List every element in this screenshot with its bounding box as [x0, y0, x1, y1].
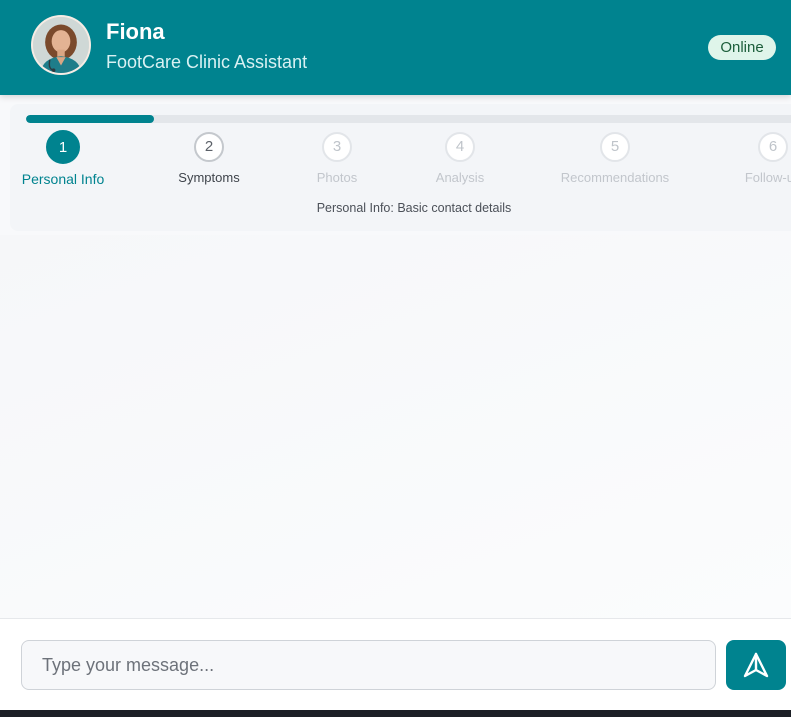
- send-arrow-icon: [743, 652, 769, 678]
- step-label: Recommendations: [560, 170, 670, 185]
- step-recommendations[interactable]: 5 Recommendations: [545, 132, 685, 185]
- agent-avatar: [31, 15, 91, 75]
- step-number: 4: [445, 132, 475, 162]
- agent-role: FootCare Clinic Assistant: [106, 52, 308, 72]
- status-badge: Online: [708, 35, 776, 60]
- step-analysis[interactable]: 4 Analysis: [390, 132, 530, 185]
- step-label: Symptoms: [178, 170, 240, 185]
- step-photos[interactable]: 3 Photos: [267, 132, 407, 185]
- chat-app: Fiona FootCare Clinic Assistant Online 1…: [0, 0, 791, 710]
- step-description: Personal Info: Basic contact details: [316, 201, 512, 215]
- step-symptoms[interactable]: 2 Symptoms: [139, 132, 279, 185]
- send-button[interactable]: [726, 640, 786, 690]
- step-label: Personal Info: [21, 171, 105, 187]
- step-personal-info[interactable]: 1 Personal Info: [0, 130, 133, 187]
- intake-progress-panel: 1 Personal Info 2 Symptoms 3 Photos 4 An…: [10, 104, 791, 231]
- doctor-avatar-icon: [33, 17, 89, 73]
- step-label: Analysis: [435, 170, 485, 185]
- step-number: 1: [46, 130, 80, 164]
- step-number: 3: [322, 132, 352, 162]
- agent-name: Fiona: [106, 19, 165, 44]
- progress-bar-fill: [26, 115, 154, 123]
- step-label: Follow-up: [744, 170, 791, 185]
- progress-bar: [26, 115, 791, 123]
- message-input[interactable]: [21, 640, 716, 690]
- message-composer: [0, 618, 791, 710]
- step-number: 6: [758, 132, 788, 162]
- step-label: Photos: [316, 170, 358, 185]
- step-number: 2: [194, 132, 224, 162]
- step-follow-up[interactable]: 6 Follow-up: [703, 132, 791, 185]
- message-area[interactable]: [0, 235, 791, 618]
- step-number: 5: [600, 132, 630, 162]
- chat-header: Fiona FootCare Clinic Assistant Online: [0, 0, 791, 95]
